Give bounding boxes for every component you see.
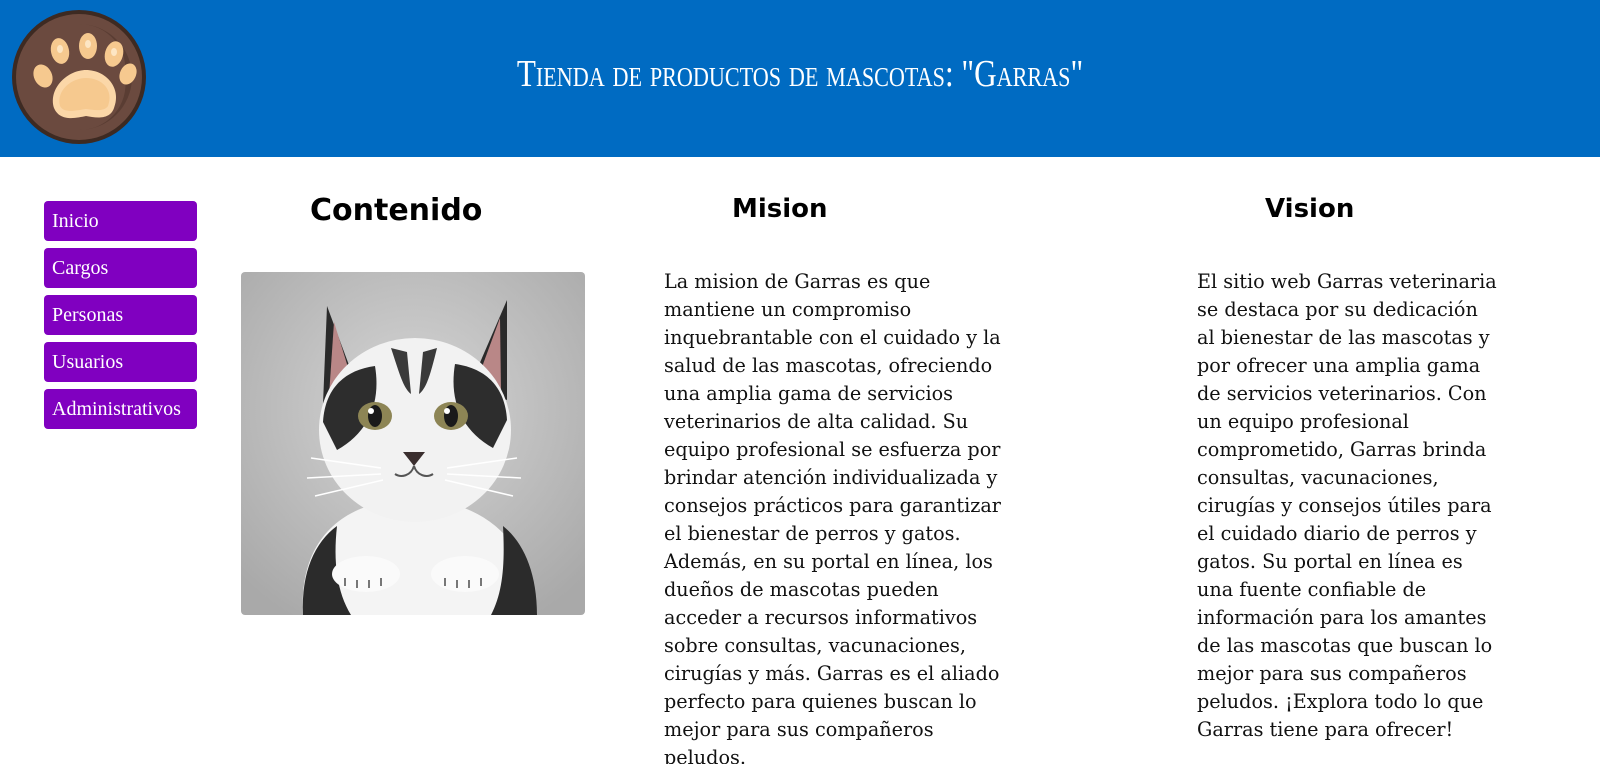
- vision-text: El sitio web Garras veterinaria se desta…: [1197, 269, 1497, 741]
- vision-heading: Vision: [1265, 194, 1355, 224]
- mision-heading: Mision: [732, 194, 828, 224]
- paw-icon[interactable]: [10, 8, 148, 146]
- mision-text: La mision de Garras es que mantiene un c…: [664, 269, 1001, 764]
- sidebar-nav: Inicio Cargos Personas Usuarios Administ…: [44, 201, 197, 436]
- nav-item-administrativos[interactable]: Administrativos: [44, 389, 197, 429]
- page-title: Tienda de productos de mascotas: "Garras…: [516, 53, 1084, 95]
- nav-item-inicio[interactable]: Inicio: [44, 201, 197, 241]
- content-heading: Contenido: [310, 193, 483, 228]
- nav-item-cargos[interactable]: Cargos: [44, 248, 197, 288]
- cat-photo: [241, 272, 585, 615]
- nav-item-personas[interactable]: Personas: [44, 295, 197, 335]
- nav-item-usuarios[interactable]: Usuarios: [44, 342, 197, 382]
- site-header: Tienda de productos de mascotas: "Garras…: [0, 0, 1600, 157]
